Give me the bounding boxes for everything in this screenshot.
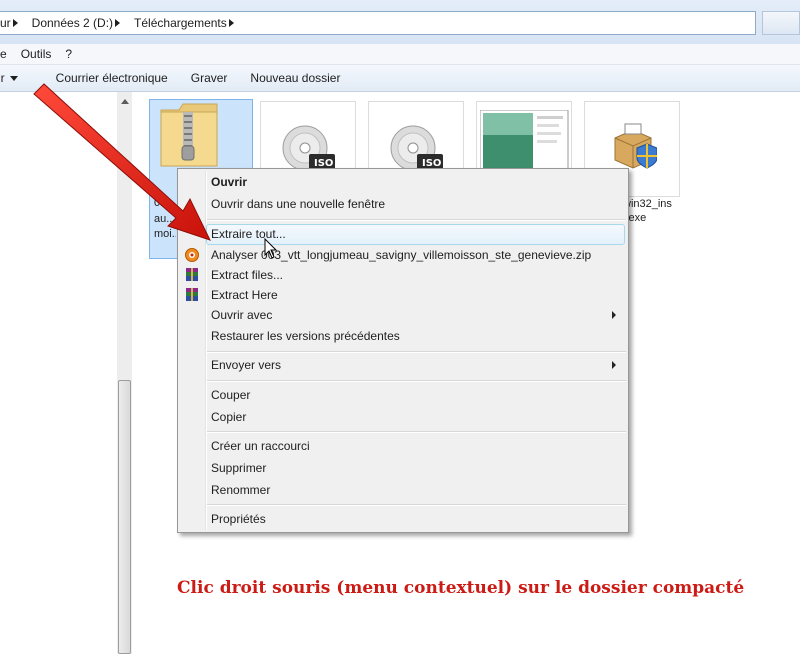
caption-annotation: Clic droit souris (menu contextuel) sur … [177,578,745,598]
red-arrow [33,83,211,241]
